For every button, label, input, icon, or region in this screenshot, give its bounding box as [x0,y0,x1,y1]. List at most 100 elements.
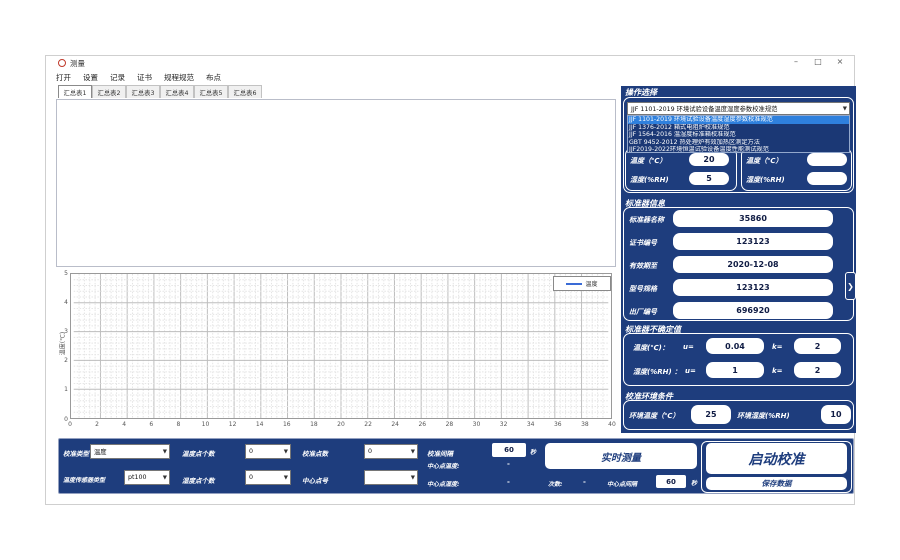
summary-table-panel [56,99,616,267]
left-hum-input[interactable]: 5 [689,172,729,185]
count-label: 次数: [548,479,562,488]
chart-legend: 温度 [553,276,611,291]
uncertainty-temp-label: 温度(℃)： [633,343,669,353]
uncertainty-temp-k-label: k= [772,343,783,351]
expand-panel-button[interactable]: ❯ [845,272,856,300]
certificate-no-input[interactable]: 123123 [673,233,833,250]
center-interval-label: 中心点间隔 [607,479,637,488]
factory-no-label: 出厂编号 [629,307,657,317]
standard-select-value: JJF 1101-2019 环境试验设备温度湿度参数校准规范 [631,104,777,113]
sensor-type-combobox[interactable]: pt100 ▼ [124,470,170,485]
combobox-arrow-icon: ▼ [163,449,167,455]
x-tick-label: 14 [252,421,268,428]
tab-summary-1[interactable]: 汇总表1 [58,85,92,98]
right-hum-input[interactable] [807,172,847,185]
uncertainty-temp-k-input[interactable]: 2 [794,338,841,354]
center-point-combobox[interactable]: ▼ [364,470,418,485]
interval-unit-label: 秒 [530,447,536,456]
center-interval-input[interactable]: 60 [656,475,686,488]
combobox-arrow-icon: ▼ [284,475,288,481]
x-tick-label: 10 [198,421,214,428]
maximize-button[interactable]: □ [810,57,826,66]
menu-regulations[interactable]: 规程规范 [164,72,194,83]
dropdown-option-1[interactable]: JJF 1101-2019 环境试验设备温度湿度参数校准规范 [628,116,849,124]
menu-certificate[interactable]: 证书 [137,72,152,83]
factory-no-input[interactable]: 696920 [673,302,833,319]
certificate-no-label: 证书编号 [629,238,657,248]
cal-type-label: 校准类型 [63,448,89,458]
app-icon [58,59,66,67]
dropdown-option-3[interactable]: JJF 1564-2016 温湿度标准箱校准规范 [628,131,849,139]
x-tick-label: 22 [360,421,376,428]
uncertainty-hum-k-input[interactable]: 2 [794,362,841,378]
menu-records[interactable]: 记录 [110,72,125,83]
menu-bar: 打开 设置 记录 证书 规程规范 布点 [56,71,221,84]
title-bar: 测量 – □ × [46,56,854,70]
temp-points-combobox[interactable]: 0 ▼ [245,444,291,459]
interval-label: 校准间隔 [427,448,453,458]
close-button[interactable]: × [832,57,848,66]
dropdown-option-5[interactable]: JJF2019-2022环境恒温试验设备温度性能测试规范 [628,146,849,153]
env-hum-input[interactable]: 10 [821,405,851,424]
tab-summary-2[interactable]: 汇总表2 [92,85,126,98]
x-tick-label: 8 [170,421,186,428]
temp-points-value: 0 [249,448,253,455]
y-tick-label: 5 [58,270,68,277]
save-data-button[interactable]: 保存数据 [706,477,847,490]
y-tick-label: 4 [58,299,68,306]
model-spec-label: 型号规格 [629,284,657,294]
tab-summary-6[interactable]: 汇总表6 [228,85,262,98]
cal-type-combobox[interactable]: 温度 ▼ [90,444,170,459]
combobox-arrow-icon: ▼ [284,449,288,455]
menu-points[interactable]: 布点 [206,72,221,83]
standard-name-input[interactable]: 35860 [673,210,833,227]
env-temp-input[interactable]: 25 [691,405,731,424]
start-calibration-button[interactable]: 启动校准 [706,443,847,474]
uncertainty-hum-u-input[interactable]: 1 [706,362,764,378]
uncertainty-hum-k-label: k= [772,367,783,375]
window-title: 测量 [70,58,85,69]
menu-open[interactable]: 打开 [56,72,71,83]
valid-until-label: 有效期至 [629,261,657,271]
hum-points-combobox[interactable]: 0 ▼ [245,470,291,485]
uncertainty-hum-u-label: u= [685,367,696,375]
env-temp-label: 环境温度（℃） [629,411,679,421]
tab-summary-4[interactable]: 汇总表4 [160,85,194,98]
dropdown-option-4[interactable]: GBT 9452-2012 热处理炉有效加热区测定方法 [628,139,849,147]
cal-points-combobox[interactable]: 0 ▼ [364,444,418,459]
x-tick-label: 40 [604,421,620,428]
sensor-type-value: pt100 [128,474,147,481]
cal-points-value: 0 [368,448,372,455]
summary-tab-strip: 汇总表1 汇总表2 汇总表3 汇总表4 汇总表5 汇总表6 [58,85,262,98]
x-tick-label: 30 [469,421,485,428]
left-temp-input[interactable]: 20 [689,153,729,166]
tab-summary-3[interactable]: 汇总表3 [126,85,160,98]
y-axis-label: 温度(℃) [58,314,67,374]
standard-name-label: 标准器名称 [629,215,664,225]
measure-button[interactable]: 实时测量 [545,443,697,469]
minimize-button[interactable]: – [788,57,804,66]
tab-summary-5[interactable]: 汇总表5 [194,85,228,98]
interval-input[interactable]: 60 [492,443,526,457]
temp-points-label: 温度点个数 [182,448,215,458]
right-temp-input[interactable] [807,153,847,166]
uncertainty-hum-label: 湿度(%RH) ： [633,367,681,377]
standard-select-combobox[interactable]: JJF 1101-2019 环境试验设备温度湿度参数校准规范 ▼ [627,102,850,115]
dropdown-option-2[interactable]: JJF 1376-2012 箱式电阻炉校准规范 [628,124,849,132]
chart-plot-area [70,273,612,419]
y-tick-label: 3 [58,328,68,335]
x-tick-label: 36 [550,421,566,428]
x-tick-label: 34 [523,421,539,428]
combobox-arrow-icon: ▼ [411,449,415,455]
count-value: - [583,478,586,486]
combobox-arrow-icon: ▼ [843,106,847,112]
right-temp-label: 温度（℃） [746,156,782,166]
y-tick-label: 2 [58,357,68,364]
menu-settings[interactable]: 设置 [83,72,98,83]
model-spec-input[interactable]: 123123 [673,279,833,296]
right-panel: 操作选择 JJF 1101-2019 环境试验设备温度湿度参数校准规范 ▼ JJ… [621,86,856,433]
left-temp-label: 温度（℃） [630,156,666,166]
valid-until-input[interactable]: 2020-12-08 [673,256,833,273]
uncertainty-temp-u-input[interactable]: 0.04 [706,338,764,354]
x-tick-label: 28 [441,421,457,428]
